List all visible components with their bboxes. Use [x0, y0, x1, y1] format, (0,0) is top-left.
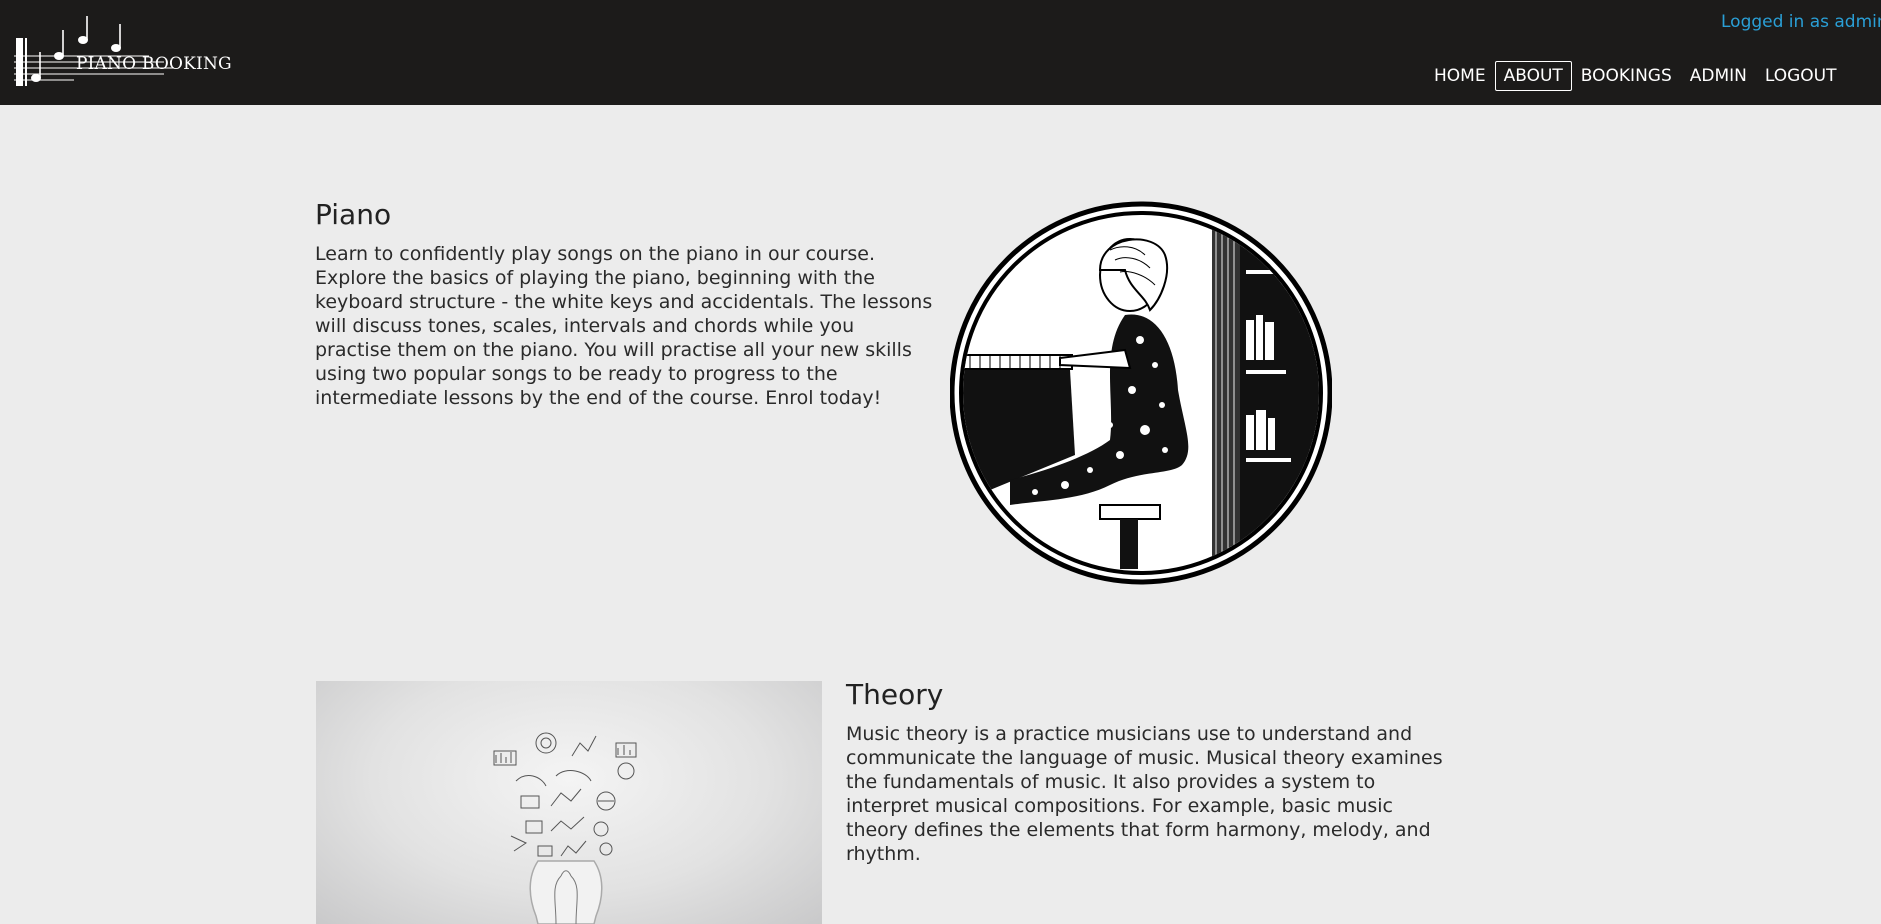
woman-playing-piano-icon	[949, 201, 1333, 585]
piano-illustration	[949, 200, 1333, 586]
nav-logout[interactable]: LOGOUT	[1756, 61, 1846, 91]
theory-section-title: Theory	[846, 678, 944, 711]
piano-section-title: Piano	[315, 198, 392, 231]
nav-admin[interactable]: ADMIN	[1681, 61, 1756, 91]
nav-bookings[interactable]: BOOKINGS	[1572, 61, 1681, 91]
site-header: PIANO BOOKING Logged in as admin HOME AB…	[0, 0, 1881, 105]
logged-in-status: Logged in as admin	[1721, 12, 1881, 32]
nav-about[interactable]: ABOUT	[1494, 61, 1572, 91]
theory-section-text: Music theory is a practice musicians use…	[846, 723, 1443, 865]
logo-text: PIANO BOOKING	[76, 54, 232, 74]
music-notes-logo-icon	[14, 16, 174, 86]
main-nav: HOME ABOUT BOOKINGS ADMIN LOGOUT	[1425, 61, 1846, 91]
piano-section-text: Learn to confidently play songs on the p…	[315, 243, 933, 409]
nav-home[interactable]: HOME	[1425, 61, 1495, 91]
site-logo[interactable]: PIANO BOOKING	[14, 14, 232, 88]
lightbulb-sketch-icon	[493, 732, 637, 924]
theory-lightbulb-image	[316, 681, 822, 924]
